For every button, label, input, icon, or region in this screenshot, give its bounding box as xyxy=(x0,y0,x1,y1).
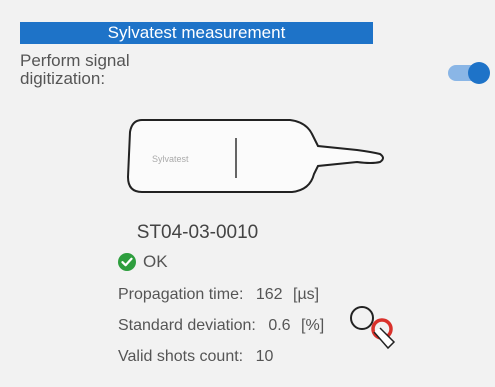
propagation-time-unit: [µs] xyxy=(293,286,320,303)
signal-digitization-label: Perform signal digitization: xyxy=(20,51,130,88)
standard-deviation-label: Standard deviation: xyxy=(118,317,256,334)
magnifier-icon[interactable] xyxy=(348,302,398,354)
standard-deviation-value: 0.6 xyxy=(268,317,291,334)
valid-shots-value: 10 xyxy=(255,348,274,365)
valid-shots-label: Valid shots count: xyxy=(118,348,244,365)
propagation-time-row: Propagation time: 162 [µs] xyxy=(118,286,319,304)
status-text: OK xyxy=(143,252,168,271)
sylvatest-device-icon: Sylvatest xyxy=(126,119,384,193)
valid-shots-row: Valid shots count: 10 xyxy=(118,348,273,366)
status-row: OK xyxy=(118,252,168,272)
signal-digitization-toggle[interactable] xyxy=(448,62,490,84)
check-circle-icon xyxy=(118,253,136,271)
device-brand-label: Sylvatest xyxy=(152,154,189,164)
propagation-time-value: 162 xyxy=(255,286,283,303)
propagation-time-label: Propagation time: xyxy=(118,286,244,303)
toggle-knob xyxy=(468,62,490,84)
device-serial: ST04-03-0010 xyxy=(136,222,259,243)
standard-deviation-row: Standard deviation: 0.6 [%] xyxy=(118,317,324,335)
standard-deviation-unit: [%] xyxy=(301,317,325,334)
page-title: Sylvatest measurement xyxy=(20,22,373,44)
